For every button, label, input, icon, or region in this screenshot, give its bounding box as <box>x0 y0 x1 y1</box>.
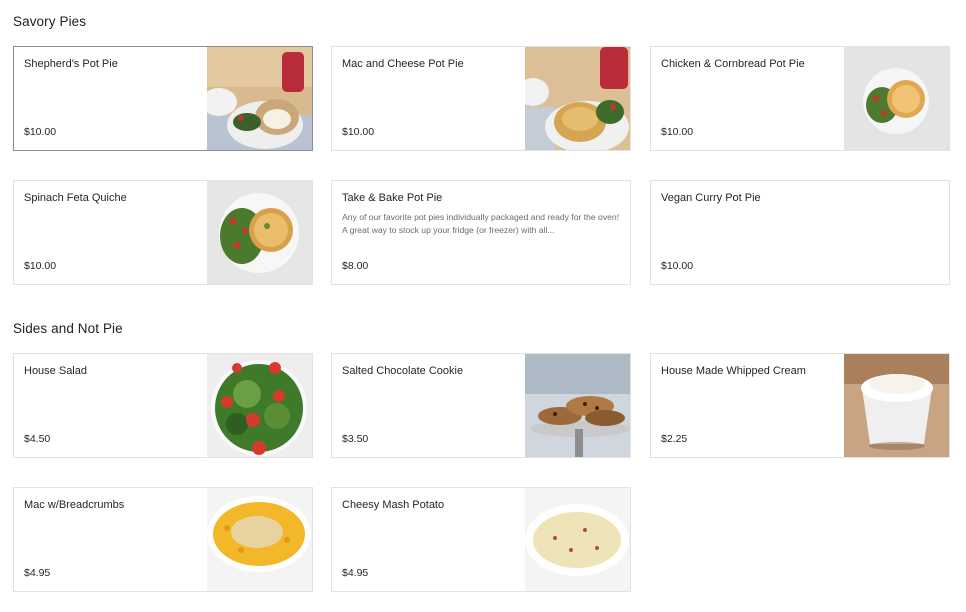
item-price: $4.95 <box>24 567 51 579</box>
menu-item-salted-chocolate-cookie[interactable]: Salted Chocolate Cookie $3.50 <box>331 353 631 458</box>
item-name: Chicken & Cornbread Pot Pie <box>661 58 805 70</box>
item-description: Any of our favorite pot pies individuall… <box>342 212 620 235</box>
item-name: Mac and Cheese Pot Pie <box>342 58 464 70</box>
menu-item-shepherds-pot-pie[interactable]: Shepherd's Pot Pie $10.00 <box>13 46 313 151</box>
item-name: Take & Bake Pot Pie <box>342 192 443 204</box>
menu-item-house-salad[interactable]: House Salad $4.50 <box>13 353 313 458</box>
item-name: Spinach Feta Quiche <box>24 192 127 204</box>
item-image <box>525 354 630 457</box>
item-price: $3.50 <box>342 433 369 445</box>
item-image <box>207 181 312 284</box>
item-price: $8.00 <box>342 260 369 272</box>
item-name: Salted Chocolate Cookie <box>342 365 464 377</box>
menu-item-mac-cheese-pot-pie[interactable]: Mac and Cheese Pot Pie $10.00 <box>331 46 631 151</box>
item-image <box>525 488 630 591</box>
item-price: $2.25 <box>661 433 688 445</box>
menu-item-cheesy-mash-potato[interactable]: Cheesy Mash Potato $4.95 <box>331 487 631 592</box>
menu-item-take-bake-pot-pie[interactable]: Take & Bake Pot Pie Any of our favorite … <box>331 180 631 285</box>
item-name: Mac w/Breadcrumbs <box>24 499 125 511</box>
menu-item-chicken-cornbread-pot-pie[interactable]: Chicken & Cornbread Pot Pie $10.00 <box>650 46 950 151</box>
item-image <box>207 354 312 457</box>
item-image <box>207 488 312 591</box>
item-image <box>844 354 949 457</box>
menu-item-house-made-whipped-cream[interactable]: House Made Whipped Cream $2.25 <box>650 353 950 458</box>
item-price: $4.50 <box>24 433 51 445</box>
menu-item-mac-breadcrumbs[interactable]: Mac w/Breadcrumbs $4.95 <box>13 487 313 592</box>
item-price: $10.00 <box>24 126 57 138</box>
item-price: $10.00 <box>661 126 694 138</box>
item-image <box>844 47 949 150</box>
item-name: Shepherd's Pot Pie <box>24 58 118 70</box>
section-title-savory-pies: Savory Pies <box>13 14 87 29</box>
item-price: $10.00 <box>342 126 375 138</box>
item-name: House Made Whipped Cream <box>661 365 806 377</box>
menu-item-spinach-feta-quiche[interactable]: Spinach Feta Quiche $10.00 <box>13 180 313 285</box>
item-price: $10.00 <box>661 260 694 272</box>
item-price: $10.00 <box>24 260 57 272</box>
item-image <box>207 47 312 150</box>
item-name: Cheesy Mash Potato <box>342 499 445 511</box>
menu-item-vegan-curry-pot-pie[interactable]: Vegan Curry Pot Pie $10.00 <box>650 180 950 285</box>
item-image <box>525 47 630 150</box>
item-price: $4.95 <box>342 567 369 579</box>
item-name: Vegan Curry Pot Pie <box>661 192 761 204</box>
item-name: House Salad <box>24 365 87 377</box>
section-title-sides: Sides and Not Pie <box>13 321 123 336</box>
